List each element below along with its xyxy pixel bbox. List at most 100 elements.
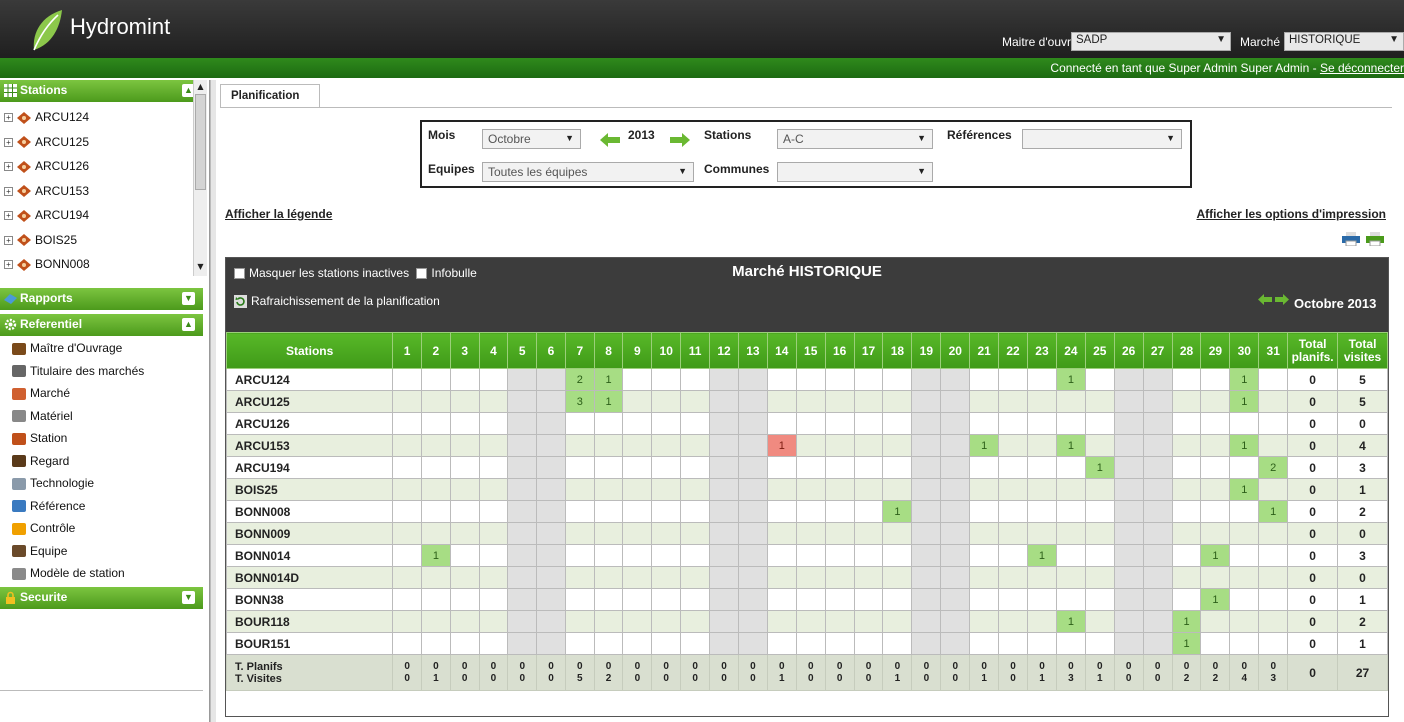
day-cell[interactable] xyxy=(853,390,884,413)
visit-cell[interactable]: 1 xyxy=(1055,434,1086,457)
print-green-icon[interactable] xyxy=(1366,232,1384,246)
day-cell[interactable] xyxy=(998,500,1029,523)
day-cell[interactable] xyxy=(1200,610,1231,633)
day-cell[interactable] xyxy=(593,478,624,501)
day-cell[interactable] xyxy=(853,478,884,501)
day-cell[interactable] xyxy=(911,500,942,523)
day-cell[interactable] xyxy=(478,456,509,479)
day-cell[interactable] xyxy=(449,434,480,457)
day-cell[interactable] xyxy=(564,456,595,479)
day-cell[interactable] xyxy=(680,500,711,523)
station-cell[interactable]: BONN014 xyxy=(225,544,394,567)
day-cell[interactable] xyxy=(709,390,739,413)
day-cell[interactable] xyxy=(766,368,797,391)
day-cell[interactable] xyxy=(478,390,509,413)
day-cell[interactable] xyxy=(564,610,595,633)
day-cell[interactable] xyxy=(593,500,624,523)
day-cell[interactable] xyxy=(536,544,566,567)
day-cell[interactable] xyxy=(1171,588,1202,611)
day-cell[interactable] xyxy=(622,478,653,501)
day-cell[interactable] xyxy=(940,478,971,501)
day-cell[interactable] xyxy=(766,632,797,655)
scroll-up-icon[interactable]: ▲ xyxy=(195,82,206,93)
day-cell[interactable] xyxy=(651,478,682,501)
day-cell[interactable] xyxy=(998,478,1029,501)
day-cell[interactable] xyxy=(911,390,942,413)
panel-splitter[interactable] xyxy=(210,80,216,722)
station-cell[interactable]: BONN009 xyxy=(225,522,394,545)
day-cell[interactable] xyxy=(824,434,855,457)
day-cell[interactable] xyxy=(766,500,797,523)
day-cell[interactable] xyxy=(795,412,826,435)
day-cell[interactable] xyxy=(766,456,797,479)
station-cell[interactable]: BONN014D xyxy=(225,566,394,589)
day-cell[interactable] xyxy=(651,544,682,567)
day-cell[interactable] xyxy=(478,412,509,435)
day-cell[interactable] xyxy=(1142,500,1173,523)
day-cell[interactable] xyxy=(1171,566,1202,589)
day-cell[interactable] xyxy=(1084,390,1115,413)
day-cell[interactable] xyxy=(449,632,480,655)
day-cell[interactable] xyxy=(1113,456,1144,479)
day-cell[interactable] xyxy=(998,390,1029,413)
day-cell[interactable] xyxy=(1113,434,1144,457)
day-cell[interactable] xyxy=(998,434,1029,457)
stations-column-header[interactable]: Stations xyxy=(225,332,394,369)
day-cell[interactable] xyxy=(536,456,566,479)
day-cell[interactable] xyxy=(564,478,595,501)
day-cell[interactable] xyxy=(421,434,451,457)
day-cell[interactable] xyxy=(766,610,797,633)
day-cell[interactable] xyxy=(449,500,480,523)
visit-cell[interactable]: 1 xyxy=(1171,632,1202,655)
market-select[interactable]: HISTORIQUE ▼ xyxy=(1284,32,1404,51)
day-cell[interactable] xyxy=(392,412,422,435)
day-cell[interactable] xyxy=(1171,412,1202,435)
day-cell[interactable] xyxy=(421,500,451,523)
station-cell[interactable]: ARCU124 xyxy=(225,368,394,391)
day-cell[interactable] xyxy=(622,544,653,567)
day-cell[interactable] xyxy=(709,456,739,479)
rapports-panel-header[interactable]: Rapports ▼ xyxy=(0,288,203,310)
station-tree-item[interactable]: + ARCU124 xyxy=(4,110,89,132)
day-cell[interactable] xyxy=(1200,412,1231,435)
day-cell[interactable] xyxy=(1200,500,1231,523)
day-cell[interactable] xyxy=(449,610,480,633)
day-cell[interactable] xyxy=(449,566,480,589)
day-cell[interactable] xyxy=(392,544,422,567)
day-cell[interactable] xyxy=(1113,566,1144,589)
day-cell[interactable] xyxy=(680,456,711,479)
visit-cell[interactable]: 1 xyxy=(593,368,624,391)
day-cell[interactable] xyxy=(478,500,509,523)
day-cell[interactable] xyxy=(824,632,855,655)
day-cell[interactable] xyxy=(1084,500,1115,523)
day-cell[interactable] xyxy=(1113,632,1144,655)
tab-planification[interactable]: Planification xyxy=(220,84,320,108)
day-cell[interactable] xyxy=(651,610,682,633)
day-cell[interactable] xyxy=(737,522,768,545)
communes-select[interactable]: ▼ xyxy=(777,162,933,182)
day-cell[interactable] xyxy=(507,610,538,633)
day-cell[interactable] xyxy=(969,456,1000,479)
day-cell[interactable] xyxy=(766,588,797,611)
day-cell[interactable] xyxy=(1258,588,1289,611)
day-cell[interactable] xyxy=(651,588,682,611)
visit-cell[interactable]: 1 xyxy=(593,390,624,413)
day-cell[interactable] xyxy=(795,610,826,633)
day-cell[interactable] xyxy=(795,434,826,457)
visit-cell[interactable]: 1 xyxy=(766,434,797,457)
day-cell[interactable] xyxy=(1113,544,1144,567)
day-cell[interactable] xyxy=(1113,368,1144,391)
day-cell[interactable] xyxy=(1084,434,1115,457)
day-cell[interactable] xyxy=(1113,588,1144,611)
day-cell[interactable] xyxy=(593,632,624,655)
day-cell[interactable] xyxy=(1229,632,1260,655)
day-cell[interactable] xyxy=(709,588,739,611)
day-cell[interactable] xyxy=(766,522,797,545)
day-cell[interactable] xyxy=(622,412,653,435)
day-cell[interactable] xyxy=(1084,544,1115,567)
day-cell[interactable] xyxy=(853,588,884,611)
day-cell[interactable] xyxy=(1084,566,1115,589)
day-cell[interactable] xyxy=(998,412,1029,435)
day-cell[interactable] xyxy=(421,588,451,611)
day-cell[interactable] xyxy=(1055,500,1086,523)
